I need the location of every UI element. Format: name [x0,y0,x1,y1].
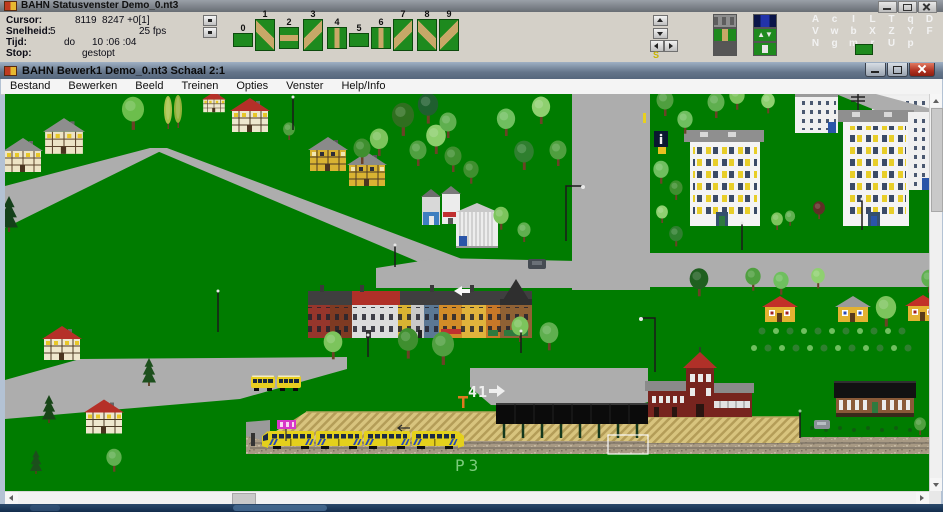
track-tile-icon[interactable] [233,33,253,47]
track-preview-tile-icon[interactable] [713,28,737,42]
menu-bestand[interactable]: Bestand [1,79,59,94]
tile-slot-9[interactable]: 9 ↖ [438,10,460,51]
vertical-scrollbar[interactable] [929,94,942,491]
minimize-button[interactable] [878,1,897,13]
scrollbar-corner [929,491,941,504]
s-label: S [653,50,659,60]
scroll-updown[interactable] [653,15,668,41]
greenhouse [456,203,498,248]
menu-beeld[interactable]: Beeld [126,79,172,94]
taskbar[interactable] [0,504,943,512]
track-tile-icon[interactable] [255,19,275,51]
tile-slot-4[interactable]: 4 ↓ [326,18,348,49]
dark-tile-icon[interactable] [713,42,737,56]
track-tile-icon[interactable] [393,19,413,51]
track-tile-icon[interactable] [417,19,437,51]
track-tile-icon[interactable] [303,19,323,51]
tile-slot-6[interactable]: 6 ↑ [370,18,392,49]
coupler-tile-icon[interactable] [713,14,737,28]
menu-venster[interactable]: Venster [277,79,332,94]
desktop: BAHN Statusvenster Demo_0.nt3 Cursor: 81… [0,0,943,512]
track-number-label: 41 [468,383,488,401]
menu-treinen[interactable]: Treinen [172,79,227,94]
time-day: do [64,37,75,48]
cursor-value: 8119 8247 +0[1] [75,15,150,26]
apartment-block-2 [838,110,914,226]
cursor-label: Cursor: [6,15,42,26]
spin-up-icon[interactable] [203,15,217,26]
stop-value: gestopt [82,48,115,59]
monument-tile-icon[interactable] [753,42,777,56]
bahn-app-icon [4,66,17,76]
apartment-block-1 [684,130,764,226]
map-viewport[interactable]: 41 P3 [5,94,929,491]
scroll-right-icon[interactable] [916,492,929,504]
tile-slot-2[interactable]: 2 → [278,18,300,49]
arrow-right-button[interactable] [664,40,678,52]
taskbar-item[interactable] [233,505,327,511]
minimize-button[interactable] [865,63,886,77]
track-tile-icon[interactable] [279,27,299,49]
speed-spinner[interactable] [203,15,215,39]
status-window-title: BAHN Statusvenster Demo_0.nt3 [21,0,178,12]
speed-value: 5 [50,26,56,37]
time-label: Tijd: [6,37,27,48]
vertical-scroll-thumb[interactable] [931,108,943,212]
platform-label: P3 [455,456,482,475]
spin-down-icon[interactable] [203,27,217,38]
taskbar-item[interactable] [30,505,60,511]
arrow-down-icon[interactable] [653,28,668,39]
fps-value: 25 fps [139,26,166,37]
status-titlebar[interactable]: BAHN Statusvenster Demo_0.nt3 [0,0,943,12]
tile-slot-8[interactable]: 8 ← [416,10,438,51]
track-tile-icon[interactable] [371,27,391,49]
stop-label: Stop: [6,48,32,59]
time-value: 10 :06 :04 [92,37,136,48]
main-window: BAHN Bewerk1 Demo_0.nt3 Schaal 2:1 Besta… [0,62,943,504]
tile-slot-7[interactable]: 7 ↙ [392,10,414,51]
track-tile-icon[interactable] [327,27,347,49]
maximize-button[interactable] [887,63,908,77]
tile-slot-5[interactable]: 5 [348,24,370,47]
track-tile-icon[interactable] [439,19,459,51]
menubar: Bestand Bewerken Beeld Treinen Opties Ve… [1,79,942,95]
scroll-up-icon[interactable] [930,94,942,107]
close-button[interactable] [909,63,935,77]
letter-row-1: AcILTqD [806,14,939,25]
arrow-up-icon[interactable] [653,15,668,26]
goods-shed [834,381,916,417]
tile-slot-3[interactable]: 3 ↗ [302,10,324,51]
horizontal-scrollbar[interactable] [5,491,929,505]
menu-opties[interactable]: Opties [227,79,277,94]
building-white-right [908,112,929,190]
track-bumper [251,433,255,446]
close-button[interactable] [918,1,937,13]
scroll-left-icon[interactable] [5,492,18,504]
speed-label: Snelheid: [6,26,51,37]
building-white-top [795,94,838,133]
tile-slot-0[interactable]: 0 [232,24,254,47]
bahn-app-icon [4,1,17,11]
letter-row-2: VwbXZYF [806,26,939,37]
track-tile-icon[interactable] [349,33,369,47]
maximize-button[interactable] [898,1,917,13]
arrows-tile-icon[interactable]: ▲▼ [753,28,777,42]
menu-helpinfo[interactable]: Help/Info [332,79,394,94]
selected-tile-icon [855,44,873,55]
status-window: BAHN Statusvenster Demo_0.nt3 Cursor: 81… [0,0,943,63]
water-tile-icon[interactable] [753,14,777,28]
tile-slot-1[interactable]: 1 ↘ [254,10,276,51]
menu-bewerken[interactable]: Bewerken [59,79,126,94]
signal-marker [643,113,646,123]
main-window-title: BAHN Bewerk1 Demo_0.nt3 Schaal 2:1 [22,65,225,77]
scroll-down-icon[interactable] [930,478,942,491]
main-titlebar[interactable]: BAHN Bewerk1 Demo_0.nt3 Schaal 2:1 [0,62,943,79]
